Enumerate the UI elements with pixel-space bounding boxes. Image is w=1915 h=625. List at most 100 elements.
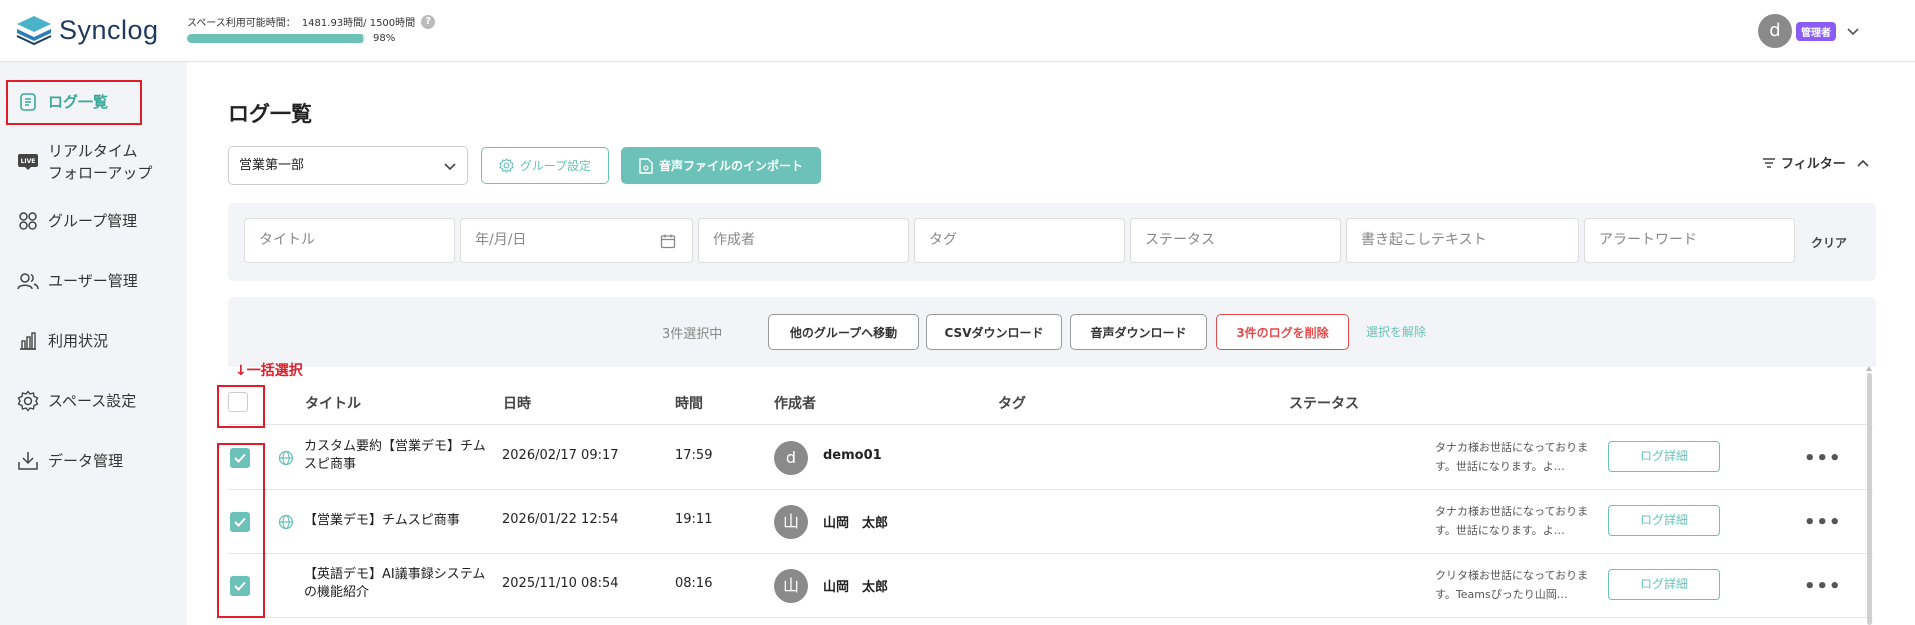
avatar[interactable]: d [1758,14,1792,48]
sidebar-item-label: リアルタイム フォローアップ [48,142,153,182]
header-author[interactable]: 作成者 [774,393,816,413]
vertical-scrollbar[interactable] [1867,373,1872,625]
globe-icon [278,450,294,466]
alert-word-filter-input[interactable]: アラートワード [1584,218,1795,263]
globe-icon [278,514,294,530]
bar-chart-icon [15,328,41,354]
log-author: demo01 [823,448,882,463]
page-title: ログ一覧 [228,102,312,126]
calendar-icon[interactable] [660,233,676,249]
role-badge: 管理者 [1796,21,1836,41]
sidebar-item-usage[interactable]: 利用状況 [0,328,187,354]
log-title[interactable]: 【英語デモ】AI議事録システムの機能紹介 [304,566,489,602]
tag-filter-input[interactable]: タグ [914,218,1125,263]
synclog-logo-icon [16,16,52,46]
sidebar-item-space-settings[interactable]: スペース設定 [0,388,187,414]
date-filter-input[interactable]: 年/月/日 [460,218,693,263]
group-settings-button[interactable]: グループ設定 [481,147,609,184]
more-options-icon[interactable]: ••• [1804,448,1842,469]
scroll-up-arrow-icon[interactable] [1866,366,1872,371]
svg-text:LIVE: LIVE [21,158,36,165]
avatar: 山 [774,569,808,603]
table-row[interactable]: カスタム要約【営業デモ】チムスピ商事 2026/02/17 09:17 17:5… [228,426,1873,490]
log-summary: タナカ様お世話になっております。世話になります。よ… [1435,441,1589,473]
author-filter-input[interactable]: 作成者 [698,218,909,263]
usage-label: スペース利用可能時間： [187,18,296,29]
highlight-box-log-list [6,80,142,125]
audio-download-button[interactable]: 音声ダウンロード [1070,314,1207,350]
csv-download-button[interactable]: CSVダウンロード [926,314,1062,350]
log-duration: 19:11 [675,512,713,527]
table-header: タイトル 日時 時間 作成者 タグ ステータス [228,381,1873,425]
app-name: Synclog [59,14,159,45]
usage-progress-fill [187,34,363,43]
file-import-icon [639,157,653,174]
table-row[interactable]: 【英語デモ】AI議事録システムの機能紹介 2025/11/10 08:54 08… [228,554,1873,618]
table-row[interactable]: 【営業デモ】チムスピ商事 2026/01/22 12:54 19:11 山 山岡… [228,490,1873,554]
bulk-action-bar: 3件選択中 他のグループへ移動 CSVダウンロード 音声ダウンロード 3件のログ… [228,297,1876,367]
sidebar-item-label: データ管理 [48,452,124,470]
chevron-down-icon[interactable] [1846,24,1860,38]
sidebar-item-data-management[interactable]: データ管理 [0,448,187,474]
header-duration[interactable]: 時間 [675,393,703,413]
filter-toggle[interactable]: フィルター [1762,153,1875,172]
log-detail-button[interactable]: ログ詳細 [1608,505,1720,536]
log-title[interactable]: 【営業デモ】チムスピ商事 [304,512,489,530]
clear-filters-button[interactable]: クリア [1811,234,1847,251]
log-author: 山岡 太郎 [823,580,889,595]
more-options-icon[interactable]: ••• [1804,576,1842,597]
delete-logs-button[interactable]: 3件のログを削除 [1216,314,1349,350]
sidebar-item-label: グループ管理 [48,212,138,230]
group-select-value: 営業第一部 [239,158,305,173]
app-logo[interactable]: Synclog [14,14,159,46]
deselect-button[interactable]: 選択を解除 [1366,323,1426,340]
log-detail-button[interactable]: ログ詳細 [1608,569,1720,600]
user-menu[interactable]: d 管理者 [1758,14,1860,48]
log-datetime: 2026/01/22 12:54 [502,512,619,527]
transcript-filter-input[interactable]: 書き起こしテキスト [1346,218,1579,263]
sidebar-item-realtime-followup[interactable]: LIVE リアルタイム フォローアップ [0,140,187,184]
log-duration: 08:16 [675,576,713,591]
sidebar-item-label: スペース設定 [48,392,137,410]
filter-panel: タイトル 年/月/日 作成者 タグ ステータス 書き起こしテキスト アラートワー… [228,203,1876,281]
chevron-down-icon [444,163,456,171]
download-tray-icon [15,448,41,474]
log-summary: タナカ様お世話になっております。世話になります。よ… [1435,505,1589,537]
status-filter-input[interactable]: ステータス [1130,218,1341,263]
log-author: 山岡 太郎 [823,516,889,531]
log-datetime: 2025/11/10 08:54 [502,576,619,591]
date-filter-placeholder: 年/月/日 [475,232,527,248]
log-detail-button[interactable]: ログ詳細 [1608,441,1720,472]
chevron-up-icon [1857,159,1869,167]
sidebar: ログ一覧 LIVE リアルタイム フォローアップ グループ管理 ユーザー管理 利… [0,62,187,625]
sidebar-item-user-management[interactable]: ユーザー管理 [0,268,187,294]
selected-count: 3件選択中 [662,327,723,342]
header-title[interactable]: タイトル [305,393,361,413]
usage-percent: 98% [373,33,396,44]
log-summary: クリタ様お世話になっております。Teamsぴったり山岡… [1435,569,1589,601]
log-datetime: 2026/02/17 09:17 [502,448,619,463]
sidebar-item-label: ユーザー管理 [48,272,138,290]
header-datetime[interactable]: 日時 [503,393,531,413]
move-group-button[interactable]: 他のグループへ移動 [768,314,919,350]
import-audio-button[interactable]: 音声ファイルのインポート [621,147,821,184]
filter-toggle-label: フィルター [1781,157,1846,172]
group-select[interactable]: 営業第一部 [228,146,468,185]
title-filter-input[interactable]: タイトル [244,218,455,263]
log-duration: 17:59 [675,448,713,463]
gear-icon [15,388,41,414]
sidebar-item-label: 利用状況 [48,332,109,350]
usage-value: 1481.93時間/ 1500時間 [301,18,416,29]
sidebar-item-group-management[interactable]: グループ管理 [0,208,187,234]
header-status: ステータス [1289,396,1359,412]
more-options-icon[interactable]: ••• [1804,512,1842,533]
group-settings-label: グループ設定 [519,159,592,173]
help-icon[interactable]: ? [421,14,436,29]
group-grid-icon [15,208,41,234]
log-title[interactable]: カスタム要約【営業デモ】チムスピ商事 [304,438,489,474]
live-icon: LIVE [15,149,41,175]
usage-meter: スペース利用可能時間： 1481.93時間/ 1500時間 ? 98% [187,14,436,44]
highlight-box-row-checkboxes [217,443,265,618]
avatar: d [774,441,808,475]
users-icon [15,268,41,294]
